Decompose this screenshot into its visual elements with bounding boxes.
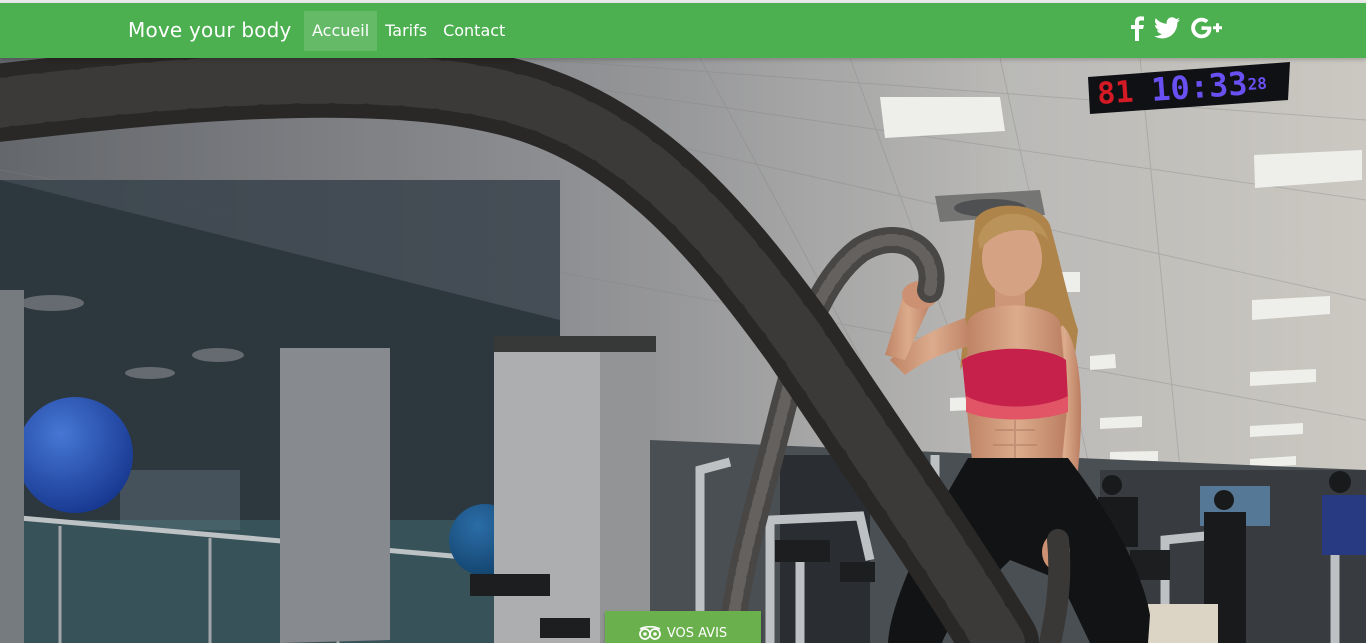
page: Move your body Accueil Tarifs Contact 81… <box>0 0 1366 643</box>
google-plus-icon[interactable] <box>1190 16 1226 40</box>
nav-menu: Accueil Tarifs Contact <box>304 11 513 51</box>
twitter-icon[interactable] <box>1154 17 1180 39</box>
reviews-button-label: VOS AVIS <box>666 625 728 641</box>
hero-image: 81 10:33 28 <box>0 58 1366 643</box>
nav-item-tarifs[interactable]: Tarifs <box>377 11 435 51</box>
navbar: Move your body Accueil Tarifs Contact <box>0 3 1366 58</box>
facebook-icon[interactable] <box>1130 15 1144 41</box>
tripadvisor-owl-icon <box>638 626 661 640</box>
nav-item-contact[interactable]: Contact <box>435 11 513 51</box>
nav-item-accueil[interactable]: Accueil <box>304 11 378 51</box>
brand-link[interactable]: Move your body <box>128 18 292 42</box>
reviews-button[interactable]: VOS AVIS <box>605 611 761 643</box>
social-links <box>1130 15 1236 41</box>
hero-carousel: 81 10:33 28 VOS AVIS <box>0 58 1366 643</box>
